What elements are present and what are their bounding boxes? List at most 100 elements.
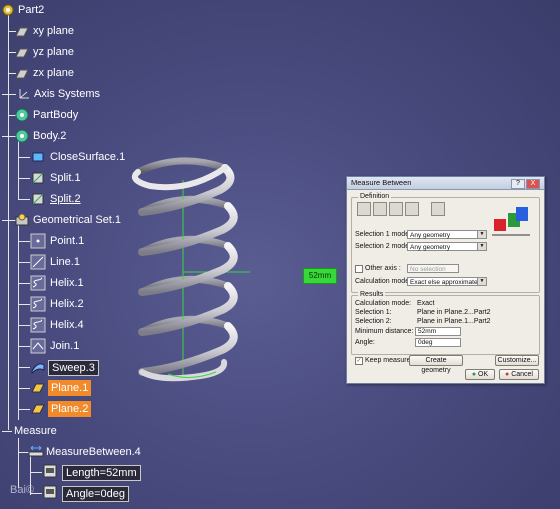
body-gear-icon <box>15 108 29 122</box>
tree-label: Split.1 <box>50 172 81 184</box>
other-axis-label: Other axis : <box>365 265 401 272</box>
measure-fan-mode-icon[interactable] <box>389 202 403 216</box>
tree-label: Plane.1 <box>48 380 92 396</box>
selection1-dropdown[interactable]: Any geometry ▼ <box>407 230 487 239</box>
other-axis-field[interactable]: No selection <box>407 264 459 273</box>
plane-icon <box>15 69 29 79</box>
body-branch-line <box>18 140 19 200</box>
result-label: Selection 1: <box>355 309 392 316</box>
axis-system-icon <box>19 89 29 99</box>
tree-connector <box>18 241 30 242</box>
point-icon <box>30 233 46 249</box>
split-icon <box>32 193 44 205</box>
min-distance-field[interactable]: 52mm <box>415 327 461 336</box>
angle-field[interactable]: 0deg <box>415 338 461 347</box>
selection1-value: Any geometry <box>410 232 451 239</box>
other-axis-value: No selection <box>410 266 446 273</box>
measure-between-icon <box>28 445 44 457</box>
min-distance-label: Minimum distance: <box>355 328 414 335</box>
customize-button[interactable]: Customize... <box>495 355 539 366</box>
close-button[interactable]: X <box>526 179 540 189</box>
keep-measure-checkbox[interactable]: ✓ <box>355 357 363 365</box>
tree-label: Join.1 <box>50 340 80 352</box>
measure-chain-mode-icon[interactable] <box>373 202 387 216</box>
dropdown-arrow-icon: ▼ <box>477 243 486 250</box>
cancel-x-icon: ● <box>505 371 510 378</box>
dropdown-arrow-icon: ▼ <box>477 231 486 238</box>
selection2-dropdown[interactable]: Any geometry ▼ <box>407 242 487 251</box>
geoset-branch-line <box>18 220 19 420</box>
tree-connector <box>18 157 30 158</box>
tree-connector <box>18 283 30 284</box>
plane-icon <box>31 383 45 393</box>
measure-item-mode-icon[interactable] <box>405 202 419 216</box>
result-value: Exact <box>417 300 435 307</box>
line-icon <box>30 254 46 270</box>
body-gear-icon <box>15 129 29 143</box>
tree-label: Sweep.3 <box>48 360 99 376</box>
cancel-button[interactable]: ● Cancel <box>499 369 539 380</box>
tree-connector <box>18 178 30 179</box>
helical-spring-model[interactable] <box>120 150 250 390</box>
helix-icon <box>30 296 46 312</box>
measure-branch-line <box>18 438 19 488</box>
help-button[interactable]: ? <box>511 179 525 189</box>
measure-between-mode-icon[interactable] <box>357 202 371 216</box>
tree-connector <box>18 325 30 326</box>
result-label: Selection 2: <box>355 318 392 325</box>
tree-connector <box>30 472 42 473</box>
calc-mode-value: Exact else approximate <box>410 279 478 286</box>
part-gear-icon <box>2 4 14 16</box>
plane-icon <box>15 48 29 58</box>
dropdown-arrow-icon: ▼ <box>477 278 486 285</box>
ok-check-icon: ● <box>471 371 477 378</box>
tree-expander[interactable] <box>2 431 12 432</box>
tree-label: Part2 <box>18 4 45 16</box>
ok-label: OK <box>478 371 489 378</box>
tree-label: Axis Systems <box>34 88 101 100</box>
result-label: Calculation mode: <box>355 300 412 307</box>
tree-connector <box>18 346 30 347</box>
tree-label: Point.1 <box>50 235 85 247</box>
watermark-logo: Bai© <box>10 484 35 496</box>
tree-label: MeasureBetween.4 <box>46 446 141 458</box>
tree-label: Helix.4 <box>50 319 84 331</box>
tree-expander[interactable] <box>2 94 16 95</box>
geometrical-set-icon <box>15 213 29 226</box>
measure-inertia-icon[interactable] <box>431 202 445 216</box>
3d-viewport[interactable]: Part2 xy plane yz plane zx plane Axis Sy… <box>0 0 560 509</box>
tree-label: Helix.2 <box>50 298 84 310</box>
parameter-icon <box>43 464 57 478</box>
tree-connector <box>18 388 30 389</box>
tree-label: Line.1 <box>50 256 80 268</box>
tree-label: Angle=0deg <box>62 486 130 502</box>
helix-icon <box>30 275 46 291</box>
keep-measure-label: Keep measure <box>365 357 411 364</box>
tree-label: Length=52mm <box>62 465 141 481</box>
other-axis-checkbox[interactable] <box>355 265 363 273</box>
tree-trunk-line <box>8 14 9 430</box>
measure-between-dialog[interactable]: Measure Between ? X Definition Selection… <box>346 176 545 384</box>
create-geometry-button[interactable]: Create geometry <box>409 355 463 374</box>
calc-mode-dropdown[interactable]: Exact else approximate ▼ <box>407 277 487 286</box>
tree-connector <box>18 304 30 305</box>
selection2-label: Selection 2 mode: <box>355 243 412 250</box>
tree-label: yz plane <box>33 46 74 58</box>
parameter-icon <box>43 485 57 499</box>
tree-label: xy plane <box>33 25 74 37</box>
tree-label: Plane.2 <box>48 401 92 417</box>
selection1-label: Selection 1 mode: <box>355 231 412 238</box>
plane-icon <box>31 404 45 414</box>
tree-label: zx plane <box>33 67 74 79</box>
tree-label: Geometrical Set.1 <box>33 214 122 226</box>
tree-connector <box>18 262 30 263</box>
tree-connector <box>18 367 30 368</box>
join-icon <box>30 338 46 354</box>
result-value: Plane in Plane.2...Part2 <box>417 309 491 316</box>
ok-button[interactable]: ● OK <box>465 369 495 380</box>
helix-icon <box>30 317 46 333</box>
tree-connector <box>18 199 30 200</box>
results-group-title: Results <box>358 291 386 298</box>
measure-value-tag[interactable]: 52mm <box>303 268 337 284</box>
plane-icon <box>15 27 29 37</box>
